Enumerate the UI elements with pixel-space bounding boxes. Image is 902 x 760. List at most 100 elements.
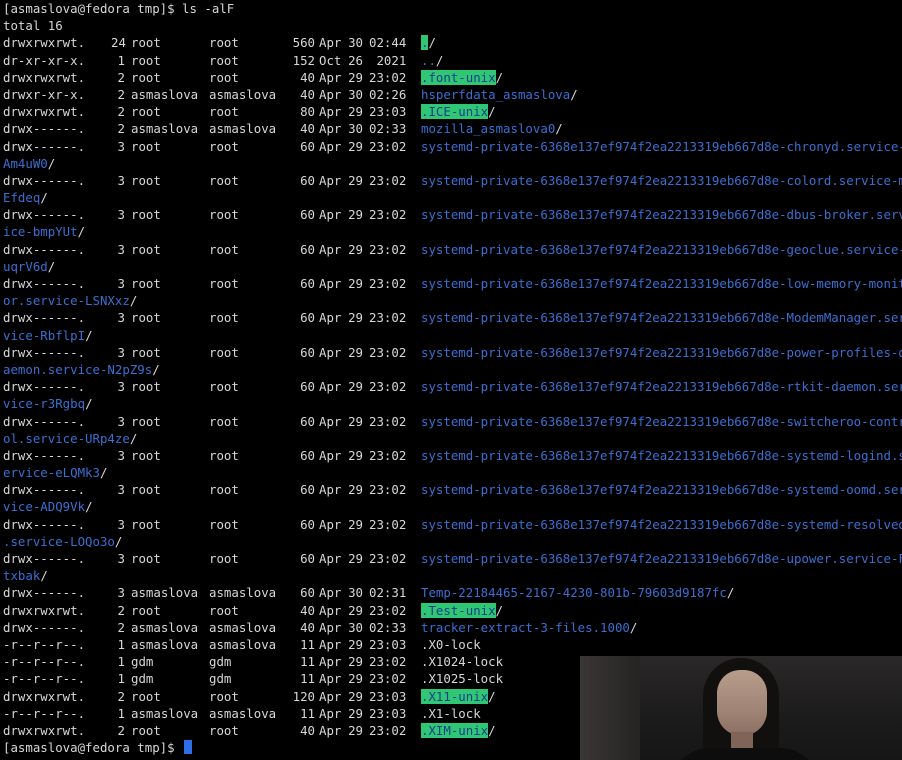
type-suffix: /	[99, 465, 108, 481]
month: Apr	[319, 688, 342, 704]
permissions: drwx------.	[3, 207, 86, 223]
group: asmaslova	[209, 121, 277, 137]
month: Apr	[319, 585, 342, 601]
file-name-continued: ol.service-URp4ze	[3, 430, 130, 446]
time: 23:03	[369, 636, 407, 652]
listing-row: drwx------. 3 root root 60 Apr 29 23:02 systemd-…	[0, 138, 902, 155]
time: 23:02	[369, 344, 407, 360]
listing-row-wrap: txbak/	[0, 567, 902, 584]
time: 02:26	[369, 86, 407, 102]
month: Apr	[319, 69, 342, 85]
listing-row-wrap: vice-ADQ9Vk/	[0, 498, 902, 515]
link-count: 2	[117, 619, 125, 635]
file-name-continued: vice-RbflpI	[3, 327, 86, 343]
file-size: 60	[300, 241, 315, 257]
type-suffix: /	[152, 361, 160, 377]
group: root	[209, 172, 239, 188]
owner: root	[131, 688, 161, 704]
listing-row: drwxrwxrwt. 2 root root 40 Apr 29 23:02 .Test-un…	[0, 602, 902, 619]
time: 23:02	[369, 516, 407, 532]
owner: root	[131, 52, 161, 68]
permissions: drwx------.	[3, 276, 86, 291]
type-suffix: /	[85, 327, 93, 343]
day: 29	[348, 344, 363, 360]
owner: root	[131, 413, 161, 429]
type-suffix: /	[40, 190, 48, 206]
time: 23:02	[369, 207, 407, 223]
permissions: drwx------.	[3, 585, 86, 601]
listing-row: drwx------. 3 root root 60 Apr 29 23:02 systemd-…	[0, 378, 902, 395]
owner: root	[131, 344, 161, 360]
listing-row: drwx------. 3 asmaslova asmaslova 60 Apr 30 02:…	[0, 584, 902, 601]
day: 29	[348, 482, 363, 498]
permissions: -r--r--r--.	[3, 705, 86, 721]
file-name-continued: .service-LOQo3o	[3, 533, 115, 549]
listing-row-wrap: ervice-eLQMk3/	[0, 464, 902, 481]
month: Apr	[319, 344, 342, 360]
owner: root	[131, 379, 161, 395]
listing-row-wrap: ice-bmpYUt/	[0, 223, 902, 240]
file-size: 11	[300, 654, 315, 670]
group: root	[209, 447, 239, 463]
file-name: systemd-private-6368e137ef974f2ea2213319…	[421, 172, 902, 188]
file-name-continued: aemon.service-N2pZ9s	[3, 361, 153, 377]
owner: root	[131, 69, 161, 85]
month: Apr	[319, 138, 342, 154]
permissions: drwx------.	[3, 241, 86, 257]
group: root	[209, 35, 239, 51]
link-count: 3	[117, 344, 125, 360]
file-name: .font-unix	[421, 69, 496, 85]
time: 23:02	[369, 551, 407, 566]
link-count: 3	[117, 310, 125, 326]
month: Apr	[319, 379, 342, 395]
listing-row-wrap: .service-LOQo3o/	[0, 533, 902, 550]
day: 29	[348, 413, 363, 429]
listing-row-wrap: vice-RbflpI/	[0, 327, 902, 344]
file-size: 60	[300, 585, 315, 601]
permissions: drwx------.	[3, 138, 86, 154]
file-size: 11	[300, 636, 315, 652]
owner: root	[131, 241, 161, 257]
month: Apr	[319, 207, 342, 223]
command-line: [asmaslova@fedora tmp]$ ls -alF	[3, 1, 235, 16]
group: asmaslova	[209, 705, 277, 721]
webcam-person-shoulders	[670, 748, 820, 760]
day: 29	[348, 241, 363, 257]
permissions: drwx------.	[3, 379, 86, 395]
owner: root	[131, 138, 161, 154]
permissions: drwx------.	[3, 619, 86, 635]
listing-row: -r--r--r--. 1 asmaslova asmaslova 11 Apr 29 23:…	[0, 636, 902, 653]
owner: asmaslova	[131, 705, 199, 721]
link-count: 2	[117, 722, 125, 738]
file-name-continued: vice-ADQ9Vk	[3, 499, 86, 515]
month: Apr	[319, 413, 342, 429]
file-name: systemd-private-6368e137ef974f2ea2213319…	[421, 447, 902, 463]
day: 29	[348, 207, 363, 223]
group: root	[209, 310, 239, 326]
permissions: dr-xr-xr-x.	[3, 52, 86, 68]
day: 29	[348, 172, 363, 188]
listing-row: drwx------. 3 root root 60 Apr 29 23:02 systemd-…	[0, 309, 902, 326]
day: 29	[348, 310, 363, 326]
time: 23:02	[369, 241, 407, 257]
file-size: 11	[300, 671, 315, 687]
day: 26	[348, 52, 363, 68]
time: 23:02	[369, 654, 407, 670]
group: root	[209, 602, 239, 618]
listing-row: drwxr-xr-x. 2 asmaslova asmaslova 40 Apr 30 02:…	[0, 86, 902, 103]
type-suffix: /	[488, 688, 496, 704]
type-suffix: /	[129, 293, 138, 309]
listing-row: drwx------. 3 root root 60 Apr 29 23:02 systemd-…	[0, 481, 902, 498]
directory-listing: drwxrwxrwt. 24 root root 560 Apr 30 02:44 ./dr-x…	[0, 34, 902, 739]
file-size: 60	[300, 344, 315, 360]
file-size: 40	[300, 619, 315, 635]
link-count: 3	[117, 241, 125, 257]
permissions: drwx------.	[3, 121, 86, 137]
month: Apr	[319, 654, 342, 670]
listing-row: drwxrwxrwt. 24 root root 560 Apr 30 02:44 ./	[0, 34, 902, 51]
file-name: ..	[421, 52, 436, 68]
terminal-window[interactable]: [asmaslova@fedora tmp]$ ls -alF total 16…	[0, 0, 902, 760]
link-count: 1	[117, 52, 125, 68]
link-count: 3	[117, 516, 125, 532]
owner: root	[131, 602, 161, 618]
